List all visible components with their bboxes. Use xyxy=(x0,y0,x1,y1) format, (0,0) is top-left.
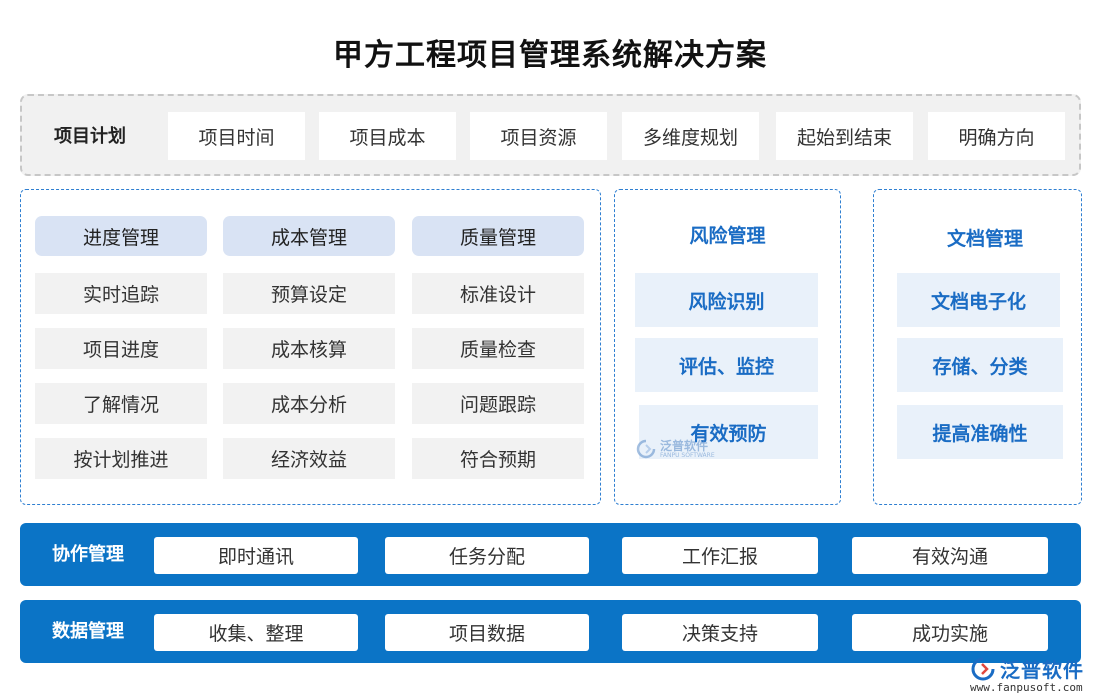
plan-item-multi-dim: 多维度规划 xyxy=(622,112,759,160)
cost-item: 成本核算 xyxy=(223,328,395,369)
docs-item: 提高准确性 xyxy=(897,405,1063,459)
collaboration-label: 协作管理 xyxy=(52,544,124,565)
collab-item: 有效沟通 xyxy=(852,537,1048,574)
cost-item: 经济效益 xyxy=(223,438,395,479)
plan-item-direction: 明确方向 xyxy=(928,112,1065,160)
watermark: 泛普软件 FANPU SOFTWARE xyxy=(636,437,746,465)
docs-item: 存储、分类 xyxy=(897,338,1063,392)
brand-url: www.fanpusoft.com xyxy=(970,681,1083,694)
docs-item: 文档电子化 xyxy=(897,273,1060,327)
plan-item-time: 项目时间 xyxy=(168,112,305,160)
schedule-item: 项目进度 xyxy=(35,328,207,369)
brand-logo: 泛普软件 www.fanpusoft.com xyxy=(966,654,1096,698)
page-title: 甲方工程项目管理系统解决方案 xyxy=(333,38,767,73)
data-item: 决策支持 xyxy=(622,614,818,651)
quality-item: 标准设计 xyxy=(412,273,584,314)
data-management-band: 数据管理 收集、整理 项目数据 决策支持 成功实施 xyxy=(20,600,1081,663)
cost-item: 成本分析 xyxy=(223,383,395,424)
collaboration-band: 协作管理 即时通讯 任务分配 工作汇报 有效沟通 xyxy=(20,523,1081,586)
data-management-label: 数据管理 xyxy=(52,621,124,642)
collab-item: 即时通讯 xyxy=(154,537,358,574)
quality-item: 问题跟踪 xyxy=(412,383,584,424)
data-item: 项目数据 xyxy=(385,614,589,651)
collab-item: 工作汇报 xyxy=(622,537,818,574)
risk-item: 评估、监控 xyxy=(635,338,818,392)
data-item: 收集、整理 xyxy=(154,614,358,651)
plan-item-cost: 项目成本 xyxy=(319,112,456,160)
plan-item-start-end: 起始到结束 xyxy=(776,112,913,160)
quality-item: 符合预期 xyxy=(412,438,584,479)
schedule-item: 了解情况 xyxy=(35,383,207,424)
schedule-item: 按计划推进 xyxy=(35,438,207,479)
risk-item: 风险识别 xyxy=(635,273,818,327)
schedule-header: 进度管理 xyxy=(35,216,207,256)
data-item: 成功实施 xyxy=(852,614,1048,651)
quality-header: 质量管理 xyxy=(412,216,584,256)
schedule-item: 实时追踪 xyxy=(35,273,207,314)
collab-item: 任务分配 xyxy=(385,537,589,574)
docs-title: 文档管理 xyxy=(946,228,1023,250)
cost-header: 成本管理 xyxy=(223,216,395,256)
project-plan-label: 项目计划 xyxy=(54,126,126,147)
watermark-sub: FANPU SOFTWARE xyxy=(660,452,715,459)
project-plan-panel: 项目计划 项目时间 项目成本 项目资源 多维度规划 起始到结束 明确方向 xyxy=(20,94,1081,176)
plan-item-resource: 项目资源 xyxy=(470,112,607,160)
fanpu-logo-icon xyxy=(636,439,656,459)
brand-name: 泛普软件 xyxy=(1000,658,1084,682)
risk-title: 风险管理 xyxy=(689,225,766,247)
cost-item: 预算设定 xyxy=(223,273,395,314)
quality-item: 质量检查 xyxy=(412,328,584,369)
fanpu-logo-icon xyxy=(971,657,995,681)
